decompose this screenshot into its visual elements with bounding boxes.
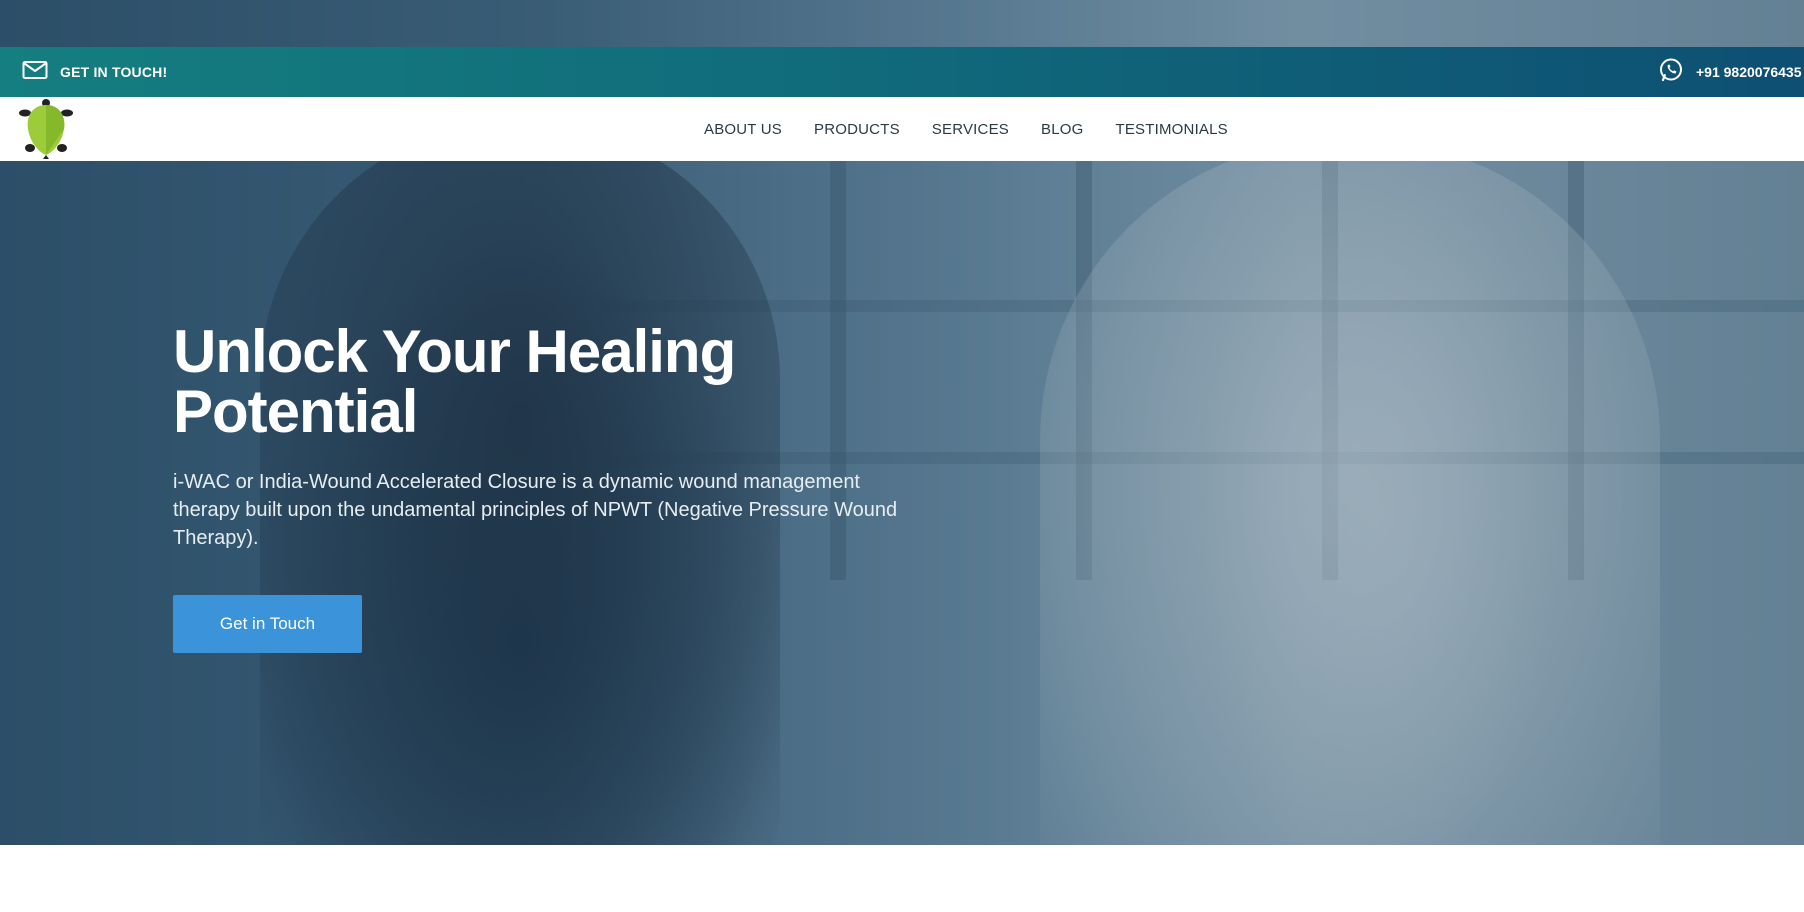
turtle-logo-icon[interactable]: [16, 97, 76, 161]
phone-number: +91 9820076435: [1696, 64, 1802, 80]
main-navbar: ABOUT US PRODUCTS SERVICES BLOG TESTIMON…: [0, 97, 1804, 161]
whatsapp-icon: [1658, 57, 1684, 88]
hero-title: Unlock Your Healing Potential: [173, 318, 736, 445]
nav-blog[interactable]: BLOG: [1041, 121, 1083, 138]
get-in-touch-label: GET IN TOUCH!: [60, 64, 168, 80]
mail-icon: [22, 60, 48, 85]
contact-bar: GET IN TOUCH! +91 9820076435: [0, 47, 1804, 97]
nav-services[interactable]: SERVICES: [932, 121, 1009, 138]
get-in-touch-link[interactable]: GET IN TOUCH!: [22, 60, 167, 85]
nav-products[interactable]: PRODUCTS: [814, 121, 900, 138]
hero-content: Unlock Your Healing Potential i-WAC or I…: [173, 322, 933, 552]
primary-nav: ABOUT US PRODUCTS SERVICES BLOG TESTIMON…: [704, 97, 1228, 161]
nav-about-us[interactable]: ABOUT US: [704, 121, 782, 138]
nav-testimonials[interactable]: TESTIMONIALS: [1115, 121, 1227, 138]
hero-description: i-WAC or India-Wound Accelerated Closure…: [173, 471, 898, 549]
whatsapp-link[interactable]: +91 9820076435: [1658, 47, 1802, 97]
get-in-touch-button[interactable]: Get in Touch: [173, 595, 362, 653]
